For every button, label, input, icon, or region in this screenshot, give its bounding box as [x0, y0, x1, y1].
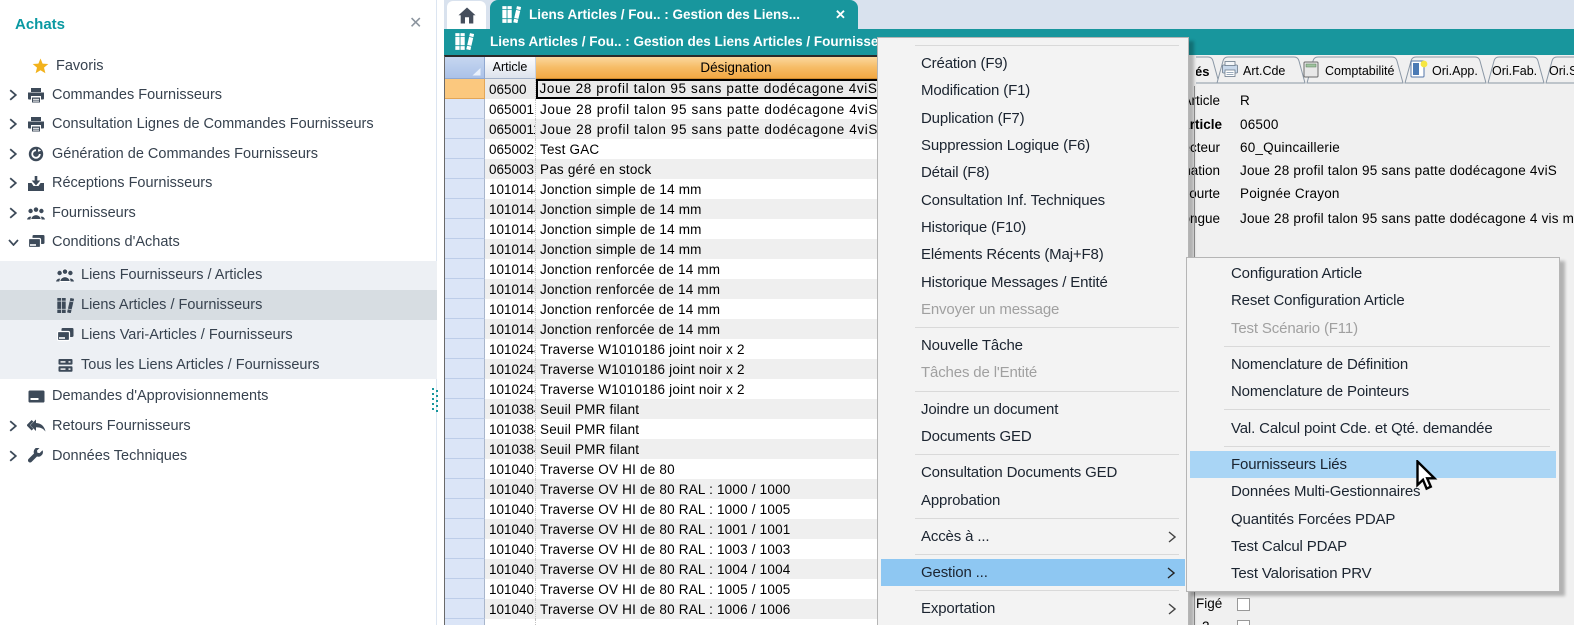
svg-text:Comptabilité: Comptabilité	[1325, 64, 1395, 78]
svg-text:Art.Cde: Art.Cde	[1243, 64, 1285, 78]
svg-text:Ori.Fab.: Ori.Fab.	[1492, 64, 1537, 78]
svg-text:és: és	[1196, 64, 1209, 79]
svg-text:Ori.S: Ori.S	[1549, 64, 1574, 78]
svg-text:Ori.App.: Ori.App.	[1432, 64, 1478, 78]
